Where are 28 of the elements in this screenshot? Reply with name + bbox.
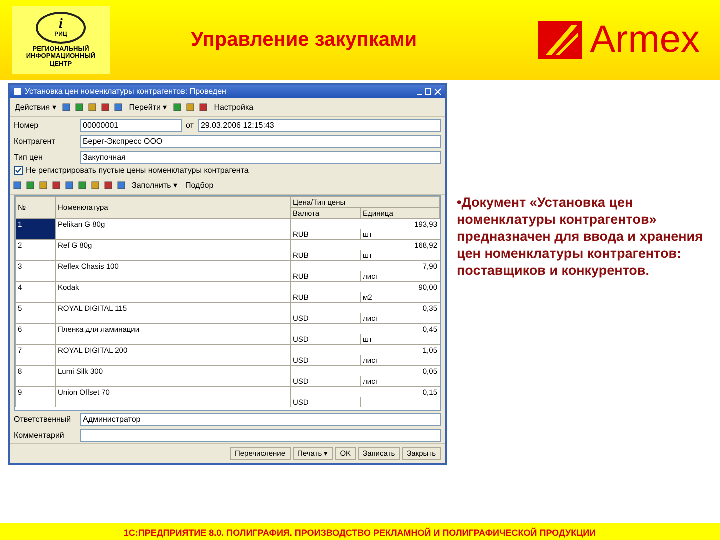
slide-title: Управление закупками xyxy=(190,28,418,52)
checkbox[interactable] xyxy=(14,166,23,175)
fill-menu[interactable]: Заполнить ▾ xyxy=(130,180,180,190)
input-field[interactable] xyxy=(80,428,441,442)
brand-logo-icon xyxy=(538,21,582,59)
pick-button[interactable]: Подбор xyxy=(184,180,216,190)
brand-name: Armex xyxy=(590,18,700,62)
field-label: Комментарий xyxy=(14,430,66,440)
window-controls-icon[interactable] xyxy=(416,88,442,96)
checkbox-label: Не регистрировать пустые цены номенклатуры контрагента xyxy=(26,166,249,175)
input-field[interactable]: 00000001 xyxy=(80,118,182,132)
field-label: Ответственный xyxy=(14,414,72,424)
document-icon xyxy=(13,87,22,96)
footer-text: 1С:ПРЕДПРИЯТИЕ 8.0. ПОЛИГРАФИЯ. ПРОИЗВОДСТВО РЕКЛАМНОЙ И ПОЛИГРАФИЧЕСКОЙ ПРОДУКЦИИ xyxy=(0,523,720,540)
field-label: Контрагент xyxy=(14,136,56,146)
description-text: •Документ «Установка цен номенклатуры контрагентов» предназначен для ввода и хранения цен номенклатуры контрагентов: поставщиков и конкурентов. xyxy=(457,195,704,280)
goto-menu[interactable]: Перейти ▾ xyxy=(127,102,170,112)
logo-letter: i xyxy=(59,18,63,32)
window-title: Установка цен номенклатуры контрагентов: Проведен xyxy=(25,87,228,96)
field-label: Номер xyxy=(14,120,40,130)
date-field[interactable]: 29.03.2006 12:15:43 xyxy=(198,118,441,132)
input-field[interactable]: Берег-Экспресс ООО xyxy=(80,134,441,148)
settings-button[interactable]: Настройка xyxy=(212,102,256,112)
input-field[interactable]: Администратор xyxy=(80,412,441,426)
input-field[interactable]: Закупочная xyxy=(80,150,441,164)
field-label: Тип цен xyxy=(14,152,44,162)
field-label: от xyxy=(186,120,194,130)
actions-menu[interactable]: Действия ▾ xyxy=(13,102,58,112)
